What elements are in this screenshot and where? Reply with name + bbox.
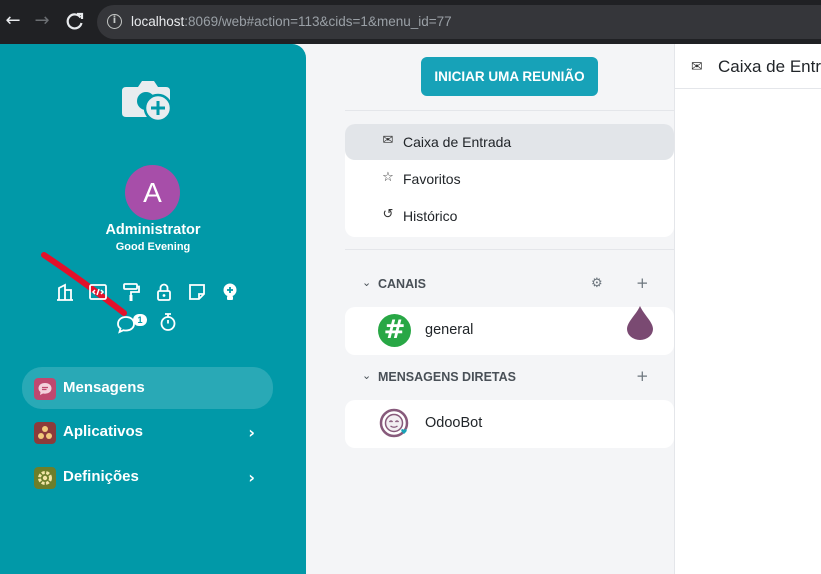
paint-roller-icon[interactable] bbox=[121, 282, 141, 302]
avatar[interactable]: A bbox=[125, 165, 180, 220]
notification-count-badge: 1 bbox=[133, 314, 147, 326]
divider bbox=[345, 110, 674, 111]
company-icon[interactable] bbox=[55, 282, 75, 302]
site-info-icon[interactable]: i bbox=[107, 14, 122, 29]
discuss-sidebar: INICIAR UMA REUNIÃO ✉ Caixa de Entrada ☆… bbox=[306, 44, 674, 574]
start-meeting-button[interactable]: INICIAR UMA REUNIÃO bbox=[421, 57, 598, 96]
menu-item-aplicativos[interactable]: Aplicativos › bbox=[22, 411, 273, 453]
channel-label: general bbox=[425, 322, 474, 338]
thread-title: Caixa de Entrada bbox=[718, 57, 821, 76]
forward-arrow-icon[interactable]: → bbox=[31, 10, 53, 32]
nav-item-inbox[interactable]: ✉ Caixa de Entrada bbox=[345, 124, 674, 160]
direct-messages-header[interactable]: MENSAGENS DIRETAS bbox=[378, 370, 516, 384]
messages-icon bbox=[34, 378, 56, 400]
settings-icon bbox=[34, 467, 56, 489]
chat-item-odoobot[interactable]: OdooBot bbox=[345, 400, 674, 448]
nav-label-inbox: Caixa de Entrada bbox=[403, 134, 512, 150]
thread-header: ✉ Caixa de Entrada bbox=[675, 44, 821, 89]
mailbox-nav: ✉ Caixa de Entrada ☆ Favoritos ↺ Históri… bbox=[345, 124, 674, 237]
nav-item-history[interactable]: ↺ Histórico bbox=[345, 198, 674, 234]
star-icon: ☆ bbox=[382, 170, 394, 185]
thread-panel: ✉ Caixa de Entrada bbox=[674, 44, 821, 574]
url-text[interactable]: localhost:8069/web#action=113&cids=1&men… bbox=[131, 14, 452, 29]
chevron-right-icon: › bbox=[248, 423, 255, 442]
add-direct-message-icon[interactable]: + bbox=[636, 367, 649, 385]
browser-toolbar: ← → i localhost:8069/web#action=113&cids… bbox=[0, 0, 821, 44]
lock-icon[interactable] bbox=[154, 282, 174, 302]
nav-label-starred: Favoritos bbox=[403, 171, 461, 187]
stopwatch-icon[interactable] bbox=[158, 312, 178, 332]
sidebar: A Administrator Good Evening 1 Mensagens… bbox=[0, 44, 306, 574]
chat-label: OdooBot bbox=[425, 415, 483, 431]
note-icon[interactable] bbox=[187, 282, 207, 302]
hash-icon: # bbox=[378, 314, 411, 347]
reload-icon[interactable] bbox=[64, 10, 86, 32]
channel-item-general[interactable]: # general bbox=[345, 307, 674, 355]
url-path: :8069/web#action=113&cids=1&menu_id=77 bbox=[184, 14, 452, 29]
chevron-right-icon: › bbox=[248, 468, 255, 487]
camera-add-icon[interactable] bbox=[120, 77, 176, 125]
drop-icon bbox=[627, 306, 653, 340]
chevron-down-icon[interactable]: ⌄ bbox=[362, 276, 371, 289]
channels-header[interactable]: CANAIS bbox=[378, 277, 426, 291]
menu-item-definicoes[interactable]: Definições › bbox=[22, 456, 273, 498]
user-name: Administrator bbox=[105, 222, 201, 238]
menu-label-aplicativos: Aplicativos bbox=[63, 423, 144, 440]
odoobot-avatar-icon bbox=[379, 408, 409, 438]
add-channel-icon[interactable]: + bbox=[636, 274, 649, 292]
channel-settings-icon[interactable]: ⚙ bbox=[591, 276, 603, 291]
menu-label-mensagens: Mensagens bbox=[63, 379, 145, 396]
back-arrow-icon[interactable]: ← bbox=[2, 10, 24, 32]
address-bar[interactable]: i localhost:8069/web#action=113&cids=1&m… bbox=[97, 5, 821, 39]
nav-label-history: Histórico bbox=[403, 208, 458, 224]
inbox-icon: ✉ bbox=[691, 59, 703, 75]
inbox-icon: ✉ bbox=[382, 133, 394, 148]
developer-code-icon[interactable] bbox=[88, 282, 108, 302]
chevron-down-icon[interactable]: ⌄ bbox=[362, 369, 371, 382]
lightbulb-icon[interactable] bbox=[220, 282, 240, 302]
divider bbox=[345, 249, 674, 250]
menu-label-definicoes: Definições bbox=[63, 468, 139, 485]
apps-icon bbox=[34, 422, 56, 444]
url-host: localhost bbox=[131, 14, 185, 29]
nav-item-starred[interactable]: ☆ Favoritos bbox=[345, 161, 674, 197]
history-icon: ↺ bbox=[382, 207, 394, 222]
menu-item-mensagens[interactable]: Mensagens bbox=[22, 367, 273, 409]
